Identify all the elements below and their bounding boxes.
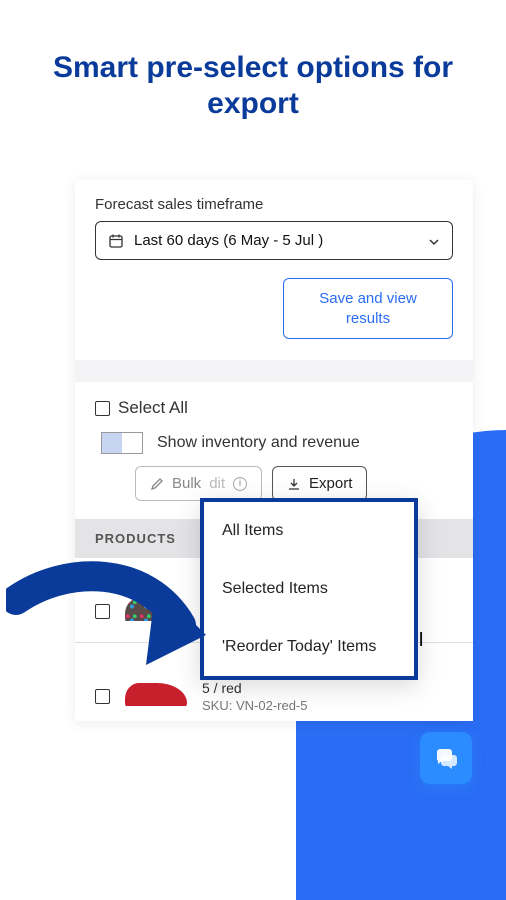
save-view-results-button[interactable]: Save and view results xyxy=(283,278,453,339)
select-all-checkbox[interactable] xyxy=(95,401,110,416)
timeframe-value: Last 60 days (6 May - 5 Jul ) xyxy=(134,232,323,249)
export-option-selected[interactable]: Selected Items xyxy=(204,560,414,618)
export-option-reorder[interactable]: 'Reorder Today' Items xyxy=(204,618,414,676)
export-label: Export xyxy=(309,475,352,492)
pencil-icon xyxy=(150,477,164,491)
info-icon: i xyxy=(233,477,247,491)
callout-arrow xyxy=(6,555,216,695)
calendar-icon xyxy=(108,233,124,249)
inventory-label: Show inventory and revenue xyxy=(157,434,360,452)
timeframe-select[interactable]: Last 60 days (6 May - 5 Jul ) xyxy=(95,221,453,260)
select-all-label: Select All xyxy=(118,398,188,418)
section-divider xyxy=(75,360,473,382)
chevron-down-icon xyxy=(428,235,440,247)
forecast-label: Forecast sales timeframe xyxy=(95,196,453,213)
bulk-label: Bulk xyxy=(172,475,201,492)
chat-fab[interactable] xyxy=(420,732,472,784)
select-all-row[interactable]: Select All xyxy=(95,398,453,418)
export-button[interactable]: Export xyxy=(272,466,367,501)
inventory-toggle[interactable] xyxy=(101,432,143,454)
page-headline: Smart pre-select options for export xyxy=(0,0,506,122)
download-icon xyxy=(287,477,301,491)
truncated-separator: | xyxy=(419,630,423,647)
bulk-label-cut: dit xyxy=(209,475,225,492)
inventory-toggle-row: Show inventory and revenue xyxy=(101,432,453,454)
bulk-edit-button[interactable]: Bulk dit i xyxy=(135,466,262,501)
product-variant: 5 / red xyxy=(202,680,453,696)
product-sku: SKU: VN-02-red-5 xyxy=(202,698,453,713)
export-option-all[interactable]: All Items xyxy=(204,502,414,560)
export-options-popup: All Items Selected Items 'Reorder Today'… xyxy=(200,498,418,680)
